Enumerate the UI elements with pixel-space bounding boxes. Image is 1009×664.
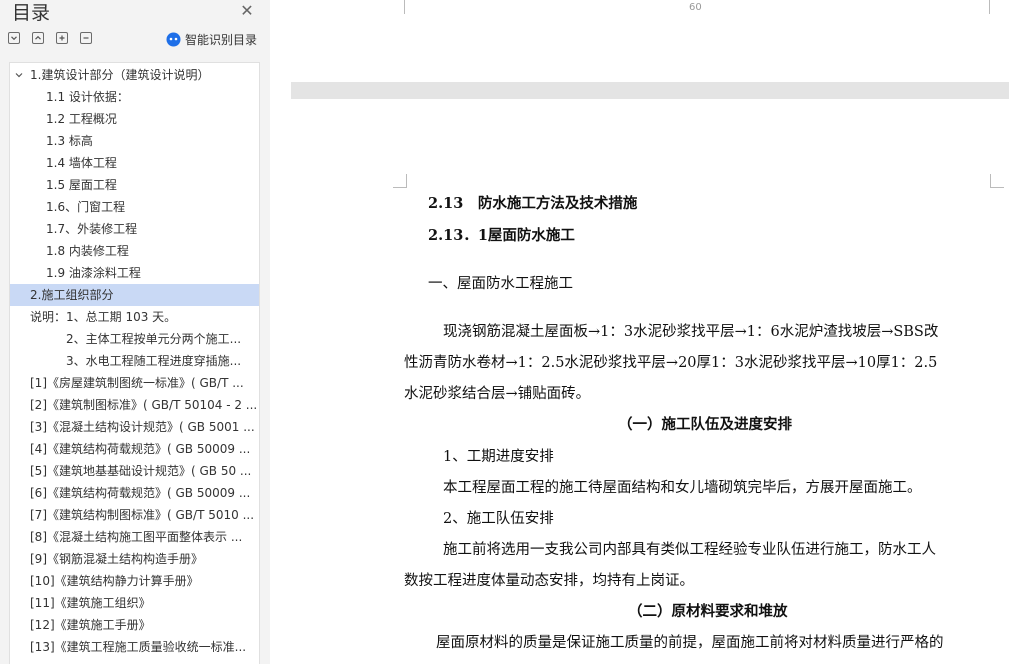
toc-item[interactable]: 1.5 屋面工程 <box>10 174 259 196</box>
toc-item[interactable]: 1.6、门窗工程 <box>10 196 259 218</box>
toc-item[interactable]: 1.8 内装修工程 <box>10 240 259 262</box>
toc-item[interactable]: 1.4 墙体工程 <box>10 152 259 174</box>
toc-item[interactable]: [7]《建筑结构制图标准》( GB/T 5010 ... <box>10 504 259 526</box>
list-item: 1、工期进度安排 <box>443 449 554 465</box>
toc-item[interactable]: [5]《建筑地基基础设计规范》( GB 50 ... <box>10 460 259 482</box>
toc-item[interactable]: [10]《建筑结构静力计算手册》 <box>10 570 259 592</box>
toc-list: 1.建筑设计部分（建筑设计说明） 1.1 设计依据： 1.2 工程概况 1.3 … <box>9 62 260 664</box>
subsection-heading: （一）施工队伍及进度安排 <box>618 416 792 433</box>
toc-item[interactable]: [1]《房屋建筑制图统一标准》( GB/T ... <box>10 372 259 394</box>
toc-item[interactable]: [13]《建筑工程施工质量验收统一标准... <box>10 636 259 658</box>
chevron-down-icon[interactable] <box>14 70 24 80</box>
toc-item[interactable]: [6]《建筑结构荷载规范》( GB 50009 ... <box>10 482 259 504</box>
paragraph-line: 性沥青防水卷材→1：2.5水泥砂浆找平层→20厚1：3水泥砂浆找平层→10厚1：… <box>404 355 938 371</box>
page-margin-mark <box>989 0 1003 14</box>
page-margin-mark <box>990 174 1004 188</box>
paragraph-line: 现浇钢筋混凝土屋面板→1：3水泥砂浆找平层→1：6水泥炉渣找坡层→SBS改 <box>443 324 939 340</box>
paragraph-line: 数按工程进度体量动态安排，均持有上岗证。 <box>404 573 694 589</box>
toc-item[interactable]: [11]《建筑施工组织》 <box>10 592 259 614</box>
sidebar-title: 目录 <box>12 2 51 24</box>
toc-item[interactable]: [4]《建筑结构荷载规范》( GB 50009 ... <box>10 438 259 460</box>
toc-item[interactable]: [9]《钢筋混凝土结构构造手册》 <box>10 548 259 570</box>
toc-sidebar: 目录 ✕ 智能识别目录 1.建筑设计部分（建筑设计说明） 1.1 设计依据： 1… <box>0 0 270 664</box>
paragraph-line: 屋面原材料的质量是保证施工质量的前提，屋面施工前将对材料质量进行严格的 <box>436 635 944 651</box>
page-margin-mark <box>393 174 407 188</box>
toc-item[interactable]: 1.1 设计依据： <box>10 86 259 108</box>
smart-toc-label: 智能识别目录 <box>185 32 258 47</box>
heading-level-2: 2.13．1屋面防水施工 <box>428 227 575 244</box>
document-canvas[interactable]: 60 2.13 防水施工方法及技术措施 2.13．1屋面防水施工 一、屋面防水工… <box>291 0 1009 664</box>
toc-item[interactable]: 3、水电工程随工程进度穿插施... <box>10 350 259 372</box>
section-heading: 一、屋面防水工程施工 <box>428 276 573 292</box>
toc-item-label: 1.建筑设计部分（建筑设计说明） <box>30 68 210 82</box>
toc-item[interactable]: 2、主体工程按单元分两个施工... <box>10 328 259 350</box>
toc-item[interactable]: 说明：1、总工期 103 天。 <box>10 306 259 328</box>
close-icon[interactable]: ✕ <box>238 2 256 20</box>
toc-item[interactable]: 1.2 工程概况 <box>10 108 259 130</box>
plus-icon <box>59 35 65 41</box>
paragraph-line: 本工程屋面工程的施工待屋面结构和女儿墙砌筑完毕后，方展开屋面施工。 <box>443 480 922 496</box>
toc-item-building-design[interactable]: 1.建筑设计部分（建筑设计说明） <box>10 64 259 86</box>
subsection-heading: （二）原材料要求和堆放 <box>628 603 788 620</box>
previous-page: 60 <box>291 0 1009 82</box>
expand-up-button[interactable] <box>32 32 44 44</box>
toc-item[interactable]: 1.9 油漆涂料工程 <box>10 262 259 284</box>
toc-item[interactable]: [3]《混凝土结构设计规范》( GB 5001 ... <box>10 416 259 438</box>
paragraph-line: 施工前将选用一支我公司内部具有类似工程经验专业队伍进行施工，防水工人 <box>443 542 936 558</box>
toc-item[interactable]: 1.3 标高 <box>10 130 259 152</box>
smart-toc-button[interactable]: 智能识别目录 <box>166 30 257 48</box>
collapse-all-button[interactable] <box>8 32 20 44</box>
toc-item[interactable]: [2]《建筑制图标准》( GB/T 50104 - 2 ... <box>10 394 259 416</box>
list-item: 2、施工队伍安排 <box>443 511 554 527</box>
toc-item-construction-org[interactable]: 2.施工组织部分 <box>10 284 259 306</box>
page-margin-mark <box>404 0 418 14</box>
remove-entry-button[interactable] <box>80 32 92 44</box>
heading-level-1: 2.13 防水施工方法及技术措施 <box>428 195 638 212</box>
toc-item[interactable]: [12]《建筑施工手册》 <box>10 614 259 636</box>
add-entry-button[interactable] <box>56 32 68 44</box>
page-number: 60 <box>689 2 702 13</box>
paragraph-line: 水泥砂浆结合层→铺贴面砖。 <box>404 386 591 402</box>
chevron-up-icon <box>35 35 41 40</box>
toc-item[interactable]: 1.7、外装修工程 <box>10 218 259 240</box>
minus-icon <box>83 37 89 39</box>
chevron-down-icon <box>11 36 17 41</box>
ai-assistant-icon <box>166 32 181 46</box>
toc-item[interactable]: [8]《混凝土结构施工图平面整体表示 ... <box>10 526 259 548</box>
current-page: 2.13 防水施工方法及技术措施 2.13．1屋面防水施工 一、屋面防水工程施工… <box>291 99 1009 664</box>
